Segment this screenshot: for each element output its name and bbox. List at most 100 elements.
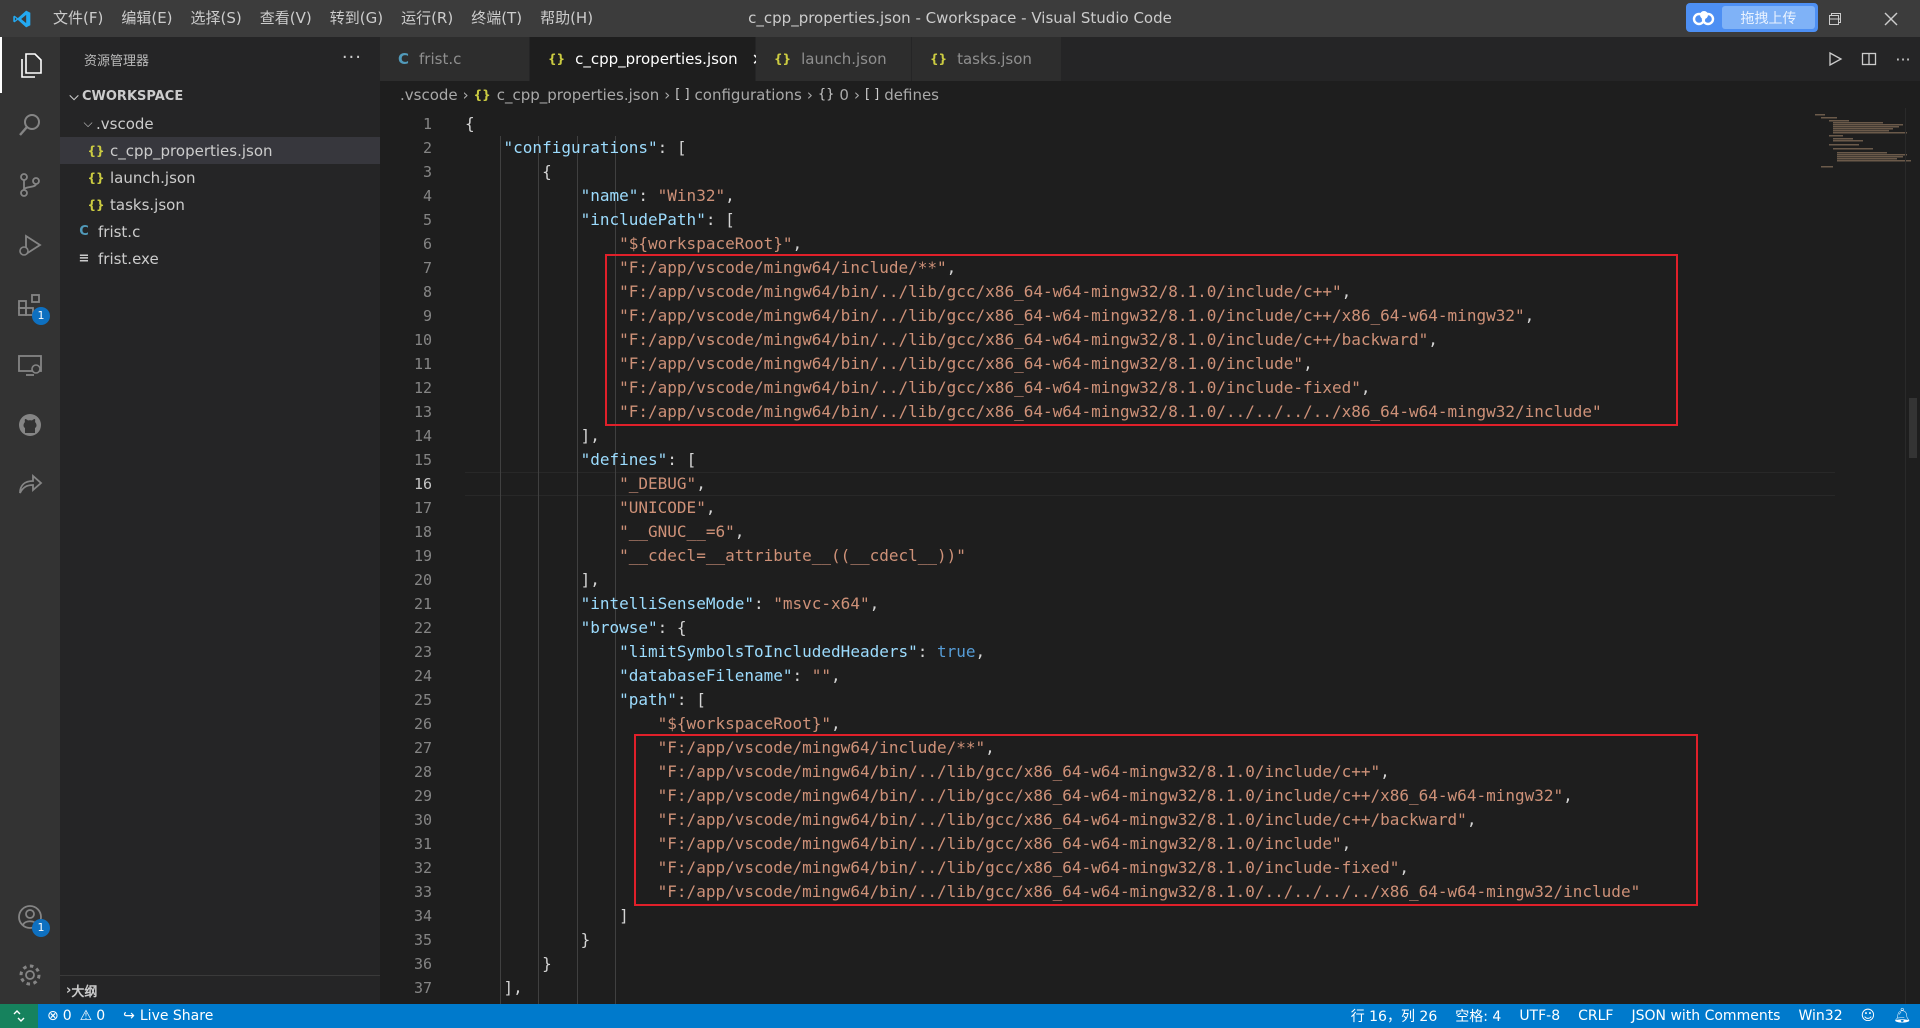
menu-file[interactable]: 文件(F) [44,0,112,37]
line-number: 25 [413,691,432,709]
breadcrumb-folder[interactable]: .vscode [400,86,458,104]
remote-indicator-icon[interactable] [0,1004,38,1028]
code-area[interactable]: { "configurations": [ { "name": "Win32",… [465,108,1835,1004]
code-line[interactable]: ], [465,424,600,448]
notifications-bell-icon[interactable]: 🔔︎ [1884,1004,1920,1028]
code-line[interactable]: "name": "Win32", [465,184,735,208]
explorer-icon[interactable] [0,37,60,93]
workspace-name: CWORKSPACE [82,89,184,104]
line-number: 11 [413,355,432,373]
code-line[interactable]: ], [465,568,600,592]
code-line[interactable]: "__cdecl=__attribute__((__cdecl__))" [465,544,966,568]
vertical-scrollbar[interactable] [1905,108,1920,1004]
indentation[interactable]: 空格: 4 [1446,1004,1510,1028]
code-line[interactable]: "defines": [ [465,448,697,472]
file-frist-exe[interactable]: ≡ frist.exe [60,245,380,272]
code-line[interactable]: "__GNUC__=6", [465,520,744,544]
breadcrumb-configurations[interactable]: configurations [695,86,802,104]
code-editor[interactable]: 1 2 3 4 5 6 7 8 9 10 11 12 13 14 15 16 17 18 19 20 21 22 23 24 2… [380,108,1920,1004]
code-line[interactable]: ], [465,976,523,1000]
close-window-button[interactable] [1868,0,1914,37]
menu-view[interactable]: 查看(V) [251,0,321,37]
upload-button[interactable]: 拖拽上传 [1722,6,1815,29]
line-number: 2 [422,139,432,157]
menu-selection[interactable]: 选择(S) [182,0,251,37]
code-line[interactable]: "${workspaceRoot}", [465,712,841,736]
extensions-icon[interactable]: 1 [0,277,60,333]
source-control-icon[interactable] [0,157,60,213]
scrollbar-thumb[interactable] [1909,398,1917,458]
menu-help[interactable]: 帮助(H) [531,0,602,37]
file-frist-c[interactable]: C frist.c [60,218,380,245]
code-line[interactable]: "path": [ [465,688,706,712]
folder-vscode[interactable]: ⌵ .vscode [60,110,380,137]
feedback-icon[interactable]: ☺ [1852,1004,1885,1028]
code-line[interactable]: { [465,112,475,136]
json-file-icon: {} [87,197,105,212]
platform-config[interactable]: Win32 [1789,1004,1851,1028]
tab-c-cpp-properties[interactable]: {} c_cpp_properties.json ✕ [530,37,765,81]
menu-bar: 文件(F) 编辑(E) 选择(S) 查看(V) 转到(G) 运行(R) 终端(T… [44,0,602,37]
settings-gear-icon[interactable] [0,947,60,1003]
accounts-icon[interactable]: 1 [0,889,60,945]
code-line[interactable]: "${workspaceRoot}", [465,232,802,256]
code-line[interactable]: } [465,952,552,976]
file-label: launch.json [110,168,196,187]
remote-explorer-icon[interactable] [0,337,60,393]
line-number: 16 [413,475,432,493]
github-icon[interactable] [0,397,60,453]
live-share-status[interactable]: ↪ Live Share [114,1004,222,1028]
end-of-line[interactable]: CRLF [1569,1004,1622,1028]
code-line[interactable]: "_DEBUG", [465,472,706,496]
line-number: 28 [413,763,432,781]
run-icon[interactable] [1818,37,1852,81]
code-line[interactable]: "UNICODE", [465,496,715,520]
breadcrumb-file[interactable]: c_cpp_properties.json [497,86,660,104]
code-line[interactable]: ] [465,904,629,928]
menu-edit[interactable]: 编辑(E) [112,0,181,37]
file-label: frist.c [98,222,141,241]
split-editor-icon[interactable] [1852,37,1886,81]
search-icon[interactable] [0,97,60,153]
menu-run[interactable]: 运行(R) [392,0,462,37]
run-debug-icon[interactable] [0,217,60,273]
live-share-icon[interactable] [0,457,60,513]
minimap[interactable] [1785,108,1915,1004]
file-label: c_cpp_properties.json [110,141,273,160]
breadcrumb-defines[interactable]: defines [884,86,939,104]
code-line[interactable]: "browse": { [465,616,687,640]
problems-indicator[interactable]: ⊗ 0 ⚠ 0 [38,1004,114,1028]
file-launch[interactable]: {} launch.json [60,164,380,191]
cursor-position[interactable]: 行 16，列 26 [1342,1004,1447,1028]
code-line[interactable]: { [465,160,552,184]
file-tasks[interactable]: {} tasks.json [60,191,380,218]
menu-terminal[interactable]: 终端(T) [462,0,531,37]
cloud-upload-widget[interactable]: 拖拽上传 [1686,3,1818,32]
extensions-badge: 1 [32,307,50,325]
title-bar: 文件(F) 编辑(E) 选择(S) 查看(V) 转到(G) 运行(R) 终端(T… [0,0,1920,37]
more-actions-icon[interactable]: ··· [1886,37,1920,81]
code-line[interactable]: "limitSymbolsToIncludedHeaders": true, [465,640,985,664]
code-line[interactable]: "intelliSenseMode": "msvc-x64", [465,592,880,616]
object-icon: {} [817,87,835,102]
tab-launch[interactable]: {} launch.json [756,37,912,81]
outline-section[interactable]: › 大纲 [60,975,380,1004]
code-line[interactable]: "databaseFilename": "", [465,664,841,688]
tab-frist-c[interactable]: C frist.c [380,37,530,81]
code-line[interactable]: "configurations": [ [465,136,687,160]
tab-tasks[interactable]: {} tasks.json [912,37,1062,81]
more-actions-icon[interactable]: ··· [342,47,362,68]
line-number: 33 [413,883,432,901]
code-line[interactable]: } [465,928,591,952]
vscode-logo-icon[interactable] [0,0,44,37]
breadcrumb-index[interactable]: 0 [839,86,849,104]
encoding[interactable]: UTF-8 [1510,1004,1569,1028]
language-mode[interactable]: JSON with Comments [1622,1004,1789,1028]
restore-button[interactable] [1812,0,1858,37]
workspace-root[interactable]: ⌵ CWORKSPACE [60,83,380,110]
tab-label: frist.c [419,50,462,68]
tab-label: launch.json [801,50,887,68]
code-line[interactable]: "includePath": [ [465,208,735,232]
file-c-cpp-properties[interactable]: {} c_cpp_properties.json [60,137,380,164]
menu-go[interactable]: 转到(G) [321,0,392,37]
